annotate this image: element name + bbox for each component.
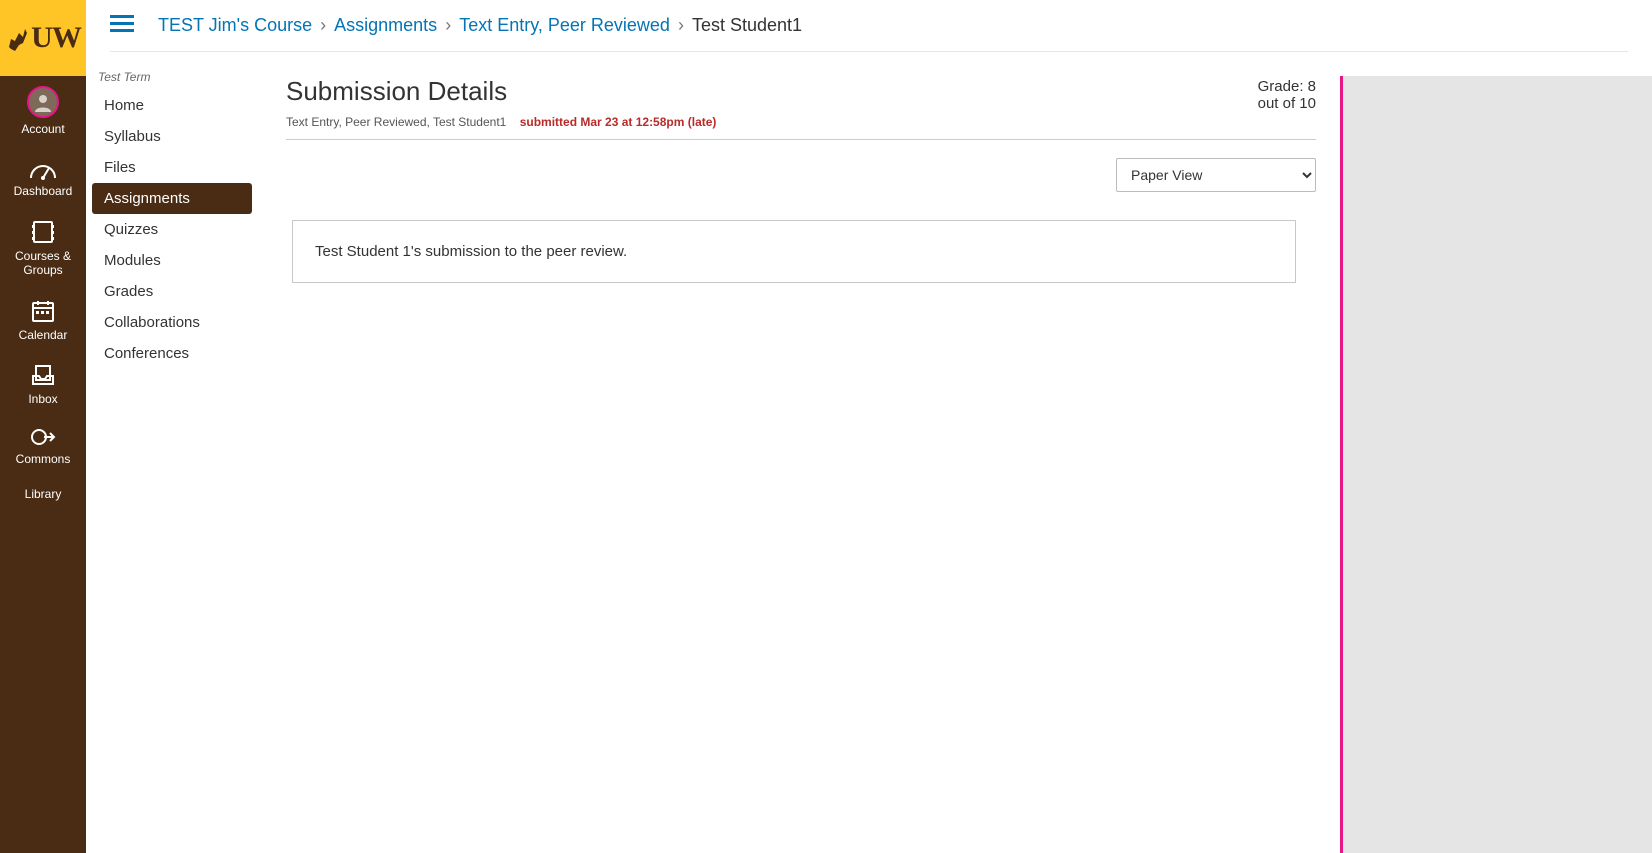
commons-icon: [30, 426, 56, 448]
course-nav-home[interactable]: Home: [92, 90, 252, 121]
nav-label: Account: [21, 122, 64, 136]
course-nav-modules[interactable]: Modules: [92, 245, 252, 276]
grade-value: Grade: 8: [1258, 78, 1316, 95]
nav-dashboard[interactable]: Dashboard: [0, 146, 86, 208]
nav-courses[interactable]: Courses & Groups: [0, 209, 86, 288]
main-column: TEST Jim's Course › Assignments › Text E…: [86, 0, 1652, 853]
top-bar: TEST Jim's Course › Assignments › Text E…: [110, 0, 1628, 52]
course-nav-collaborations[interactable]: Collaborations: [92, 307, 252, 338]
content-area: Submission Details Text Entry, Peer Revi…: [258, 52, 1652, 853]
course-nav-quizzes[interactable]: Quizzes: [92, 214, 252, 245]
submission-info: Text Entry, Peer Reviewed, Test Student1: [286, 115, 506, 129]
grade-display: Grade: 8 out of 10: [1238, 76, 1316, 112]
nav-label: Commons: [16, 452, 71, 466]
dashboard-icon: [29, 156, 57, 180]
nav-commons[interactable]: Commons: [0, 416, 86, 476]
bucking-horse-icon: [5, 23, 29, 53]
chevron-right-icon: ›: [445, 15, 451, 36]
term-label: Test Term: [86, 70, 258, 90]
header-rule: [286, 139, 1316, 140]
course-nav-conferences[interactable]: Conferences: [92, 338, 252, 369]
content-main: Submission Details Text Entry, Peer Revi…: [286, 76, 1340, 853]
course-nav-grades[interactable]: Grades: [92, 276, 252, 307]
course-nav-files[interactable]: Files: [92, 152, 252, 183]
avatar-icon: [27, 86, 59, 118]
course-nav-assignments[interactable]: Assignments: [92, 183, 252, 214]
calendar-icon: [30, 298, 56, 324]
hamburger-icon[interactable]: [110, 14, 134, 37]
nav-label: Library: [25, 487, 62, 501]
page-header: Submission Details Text Entry, Peer Revi…: [286, 76, 1316, 139]
grade-outof: out of 10: [1258, 95, 1316, 112]
right-panel: [1340, 76, 1652, 853]
nav-library[interactable]: Library: [0, 477, 86, 511]
breadcrumb-link-assignments[interactable]: Assignments: [334, 15, 437, 36]
chevron-right-icon: ›: [678, 15, 684, 36]
breadcrumb-link-assignment[interactable]: Text Entry, Peer Reviewed: [459, 15, 670, 36]
submission-subtitle: Text Entry, Peer Reviewed, Test Student1…: [286, 115, 716, 129]
breadcrumb-current: Test Student1: [692, 15, 802, 36]
nav-account[interactable]: Account: [0, 76, 86, 146]
nav-label: Dashboard: [14, 184, 73, 198]
submission-body: Test Student 1's submission to the peer …: [292, 220, 1296, 283]
course-nav-syllabus[interactable]: Syllabus: [92, 121, 252, 152]
nav-label: Courses & Groups: [15, 249, 71, 277]
body-row: Test Term Home Syllabus Files Assignment…: [86, 52, 1652, 853]
view-select[interactable]: Paper View: [1116, 158, 1316, 192]
chevron-right-icon: ›: [320, 15, 326, 36]
inbox-icon: [30, 362, 56, 388]
nav-calendar[interactable]: Calendar: [0, 288, 86, 352]
submission-timestamp-late: submitted Mar 23 at 12:58pm (late): [520, 115, 717, 129]
breadcrumb-link-course[interactable]: TEST Jim's Course: [158, 15, 312, 36]
nav-inbox[interactable]: Inbox: [0, 352, 86, 416]
nav-label: Calendar: [19, 328, 68, 342]
breadcrumb: TEST Jim's Course › Assignments › Text E…: [158, 15, 802, 36]
courses-icon: [30, 219, 56, 245]
uw-logo[interactable]: UW: [0, 0, 86, 76]
course-nav: Test Term Home Syllabus Files Assignment…: [86, 52, 258, 853]
global-nav: UW Account Dashboard Courses & Groups: [0, 0, 86, 853]
page-title: Submission Details: [286, 76, 716, 107]
nav-label: Inbox: [28, 392, 57, 406]
view-select-row: Paper View: [286, 158, 1316, 192]
